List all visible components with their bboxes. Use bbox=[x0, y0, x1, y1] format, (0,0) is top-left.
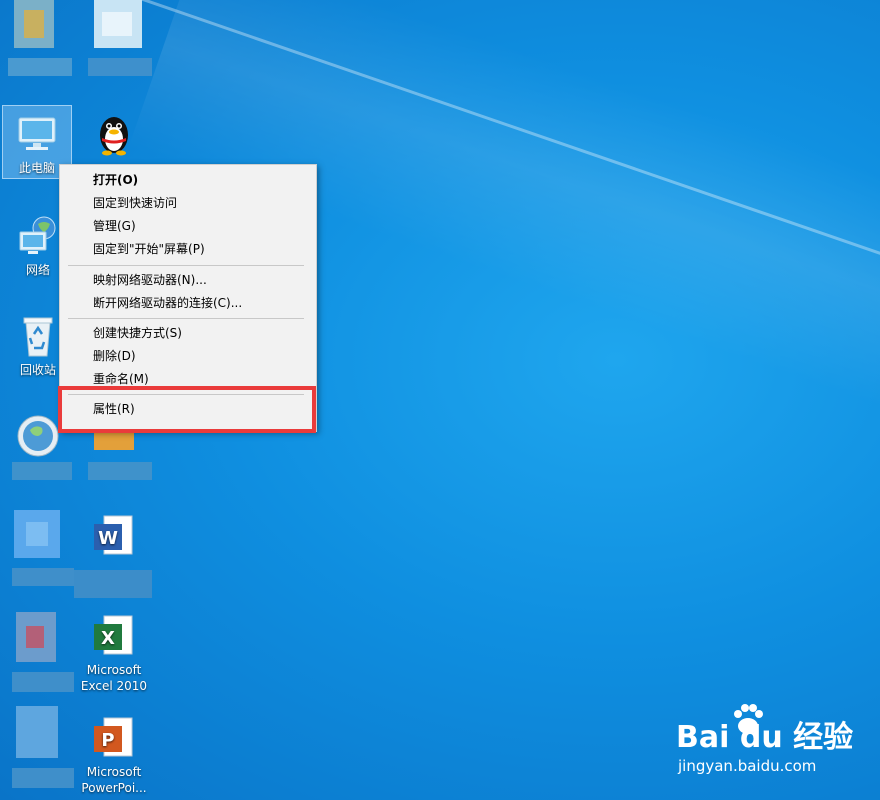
menu-item-rename[interactable]: 重命名(M) bbox=[60, 368, 316, 391]
blurred-icon-2[interactable] bbox=[88, 0, 152, 78]
excel-label: Microsoft Excel 2010 bbox=[80, 663, 148, 693]
globe-icon bbox=[14, 412, 62, 460]
blurred-icon-5[interactable] bbox=[12, 612, 74, 692]
network-globe-icon bbox=[14, 212, 62, 260]
blurred-label-1 bbox=[12, 462, 72, 480]
context-menu: 打开(O) 固定到快速访问 管理(G) 固定到"开始"屏幕(P) 映射网络驱动器… bbox=[59, 164, 317, 432]
menu-separator bbox=[68, 265, 304, 266]
watermark-url: jingyan.baidu.com bbox=[678, 757, 817, 775]
svg-text:P: P bbox=[101, 730, 114, 751]
blurred-icon-6[interactable] bbox=[12, 706, 74, 800]
blurred-icon-4[interactable] bbox=[12, 510, 74, 586]
menu-item-manage[interactable]: 管理(G) bbox=[60, 215, 316, 238]
powerpoint-icon: P bbox=[90, 714, 138, 762]
watermark-brand: Bai du 经验 bbox=[676, 720, 854, 755]
menu-separator bbox=[68, 394, 304, 395]
qq-penguin-icon bbox=[90, 109, 138, 157]
recycle-bin-icon bbox=[14, 312, 62, 360]
blurred-icon-3[interactable] bbox=[88, 432, 152, 480]
desktop-icon-word[interactable]: W bbox=[80, 508, 148, 562]
svg-text:W: W bbox=[98, 528, 118, 549]
desktop-icon-qq[interactable] bbox=[80, 105, 148, 159]
word-icon: W bbox=[90, 512, 138, 560]
menu-item-create-shortcut[interactable]: 创建快捷方式(S) bbox=[60, 322, 316, 345]
excel-icon: X bbox=[90, 612, 138, 660]
svg-text:X: X bbox=[101, 628, 115, 649]
menu-item-pin-start[interactable]: 固定到"开始"屏幕(P) bbox=[60, 238, 316, 261]
menu-item-map-drive[interactable]: 映射网络驱动器(N)... bbox=[60, 269, 316, 292]
computer-icon bbox=[13, 110, 61, 158]
menu-item-properties[interactable]: 属性(R) bbox=[60, 398, 316, 421]
desktop-icon-powerpoint[interactable]: P Microsoft PowerPoi... bbox=[80, 710, 148, 796]
powerpoint-label: Microsoft PowerPoi... bbox=[81, 765, 147, 795]
menu-item-pin-quick-access[interactable]: 固定到快速访问 bbox=[60, 192, 316, 215]
desktop-icon-excel[interactable]: X Microsoft Excel 2010 bbox=[80, 608, 148, 694]
menu-item-open[interactable]: 打开(O) bbox=[60, 169, 316, 192]
menu-item-disconnect-drive[interactable]: 断开网络驱动器的连接(C)... bbox=[60, 292, 316, 315]
blurred-label-2 bbox=[74, 570, 152, 598]
menu-separator bbox=[68, 318, 304, 319]
menu-item-delete[interactable]: 删除(D) bbox=[60, 345, 316, 368]
blurred-icon-1[interactable] bbox=[8, 0, 72, 78]
